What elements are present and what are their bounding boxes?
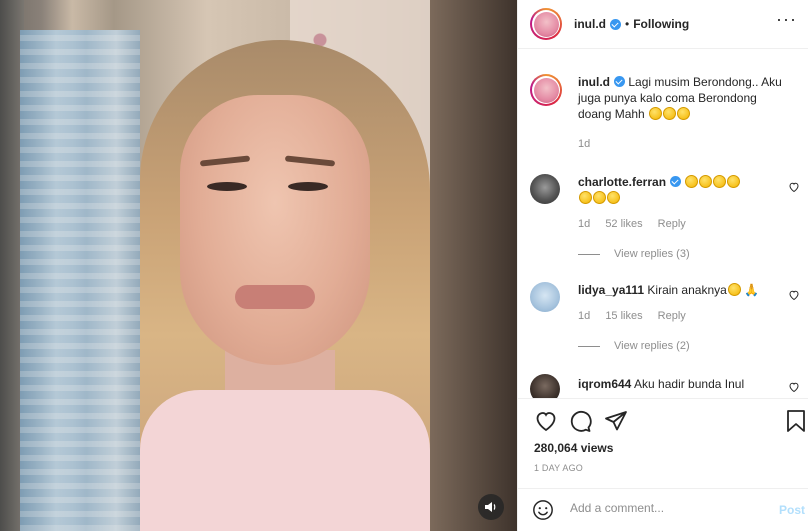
- rofl-emoji-icon: [727, 175, 741, 188]
- post-video[interactable]: [0, 0, 517, 531]
- view-replies-label: View replies (2): [614, 340, 690, 352]
- comment-text-block: iqrom644 Aku hadir bunda Inul: [578, 376, 778, 392]
- folded-hands-emoji-icon: 🙏: [744, 283, 760, 297]
- rofl-emoji-icon: [607, 191, 620, 204]
- comment-likes[interactable]: 52 likes: [605, 218, 642, 230]
- view-replies-label: View replies (3): [614, 248, 690, 260]
- post-header: inul.d • Following ···: [518, 0, 808, 49]
- speaker-icon: [485, 502, 496, 512]
- profile-picture: [533, 77, 559, 103]
- rofl-emoji-icon: [685, 175, 699, 188]
- comment-input[interactable]: [570, 501, 760, 515]
- comment-username[interactable]: charlotte.ferran: [578, 175, 666, 189]
- post-comment-button[interactable]: Post: [779, 503, 805, 517]
- reply-button[interactable]: Reply: [658, 218, 686, 230]
- person-eye: [288, 182, 328, 191]
- person-shirt: [140, 390, 430, 531]
- rofl-emoji-icon: [699, 175, 713, 188]
- person-eye: [207, 182, 247, 191]
- like-comment-heart-icon[interactable]: [788, 381, 800, 393]
- verified-badge-icon: [614, 76, 625, 87]
- comment-meta: 1d 52 likes Reply: [578, 218, 698, 230]
- like-heart-icon[interactable]: [534, 409, 558, 433]
- comment-text: Kirain anaknya: [647, 283, 727, 297]
- more-options-icon[interactable]: ···: [776, 10, 797, 28]
- caption-username[interactable]: inul.d: [578, 75, 610, 89]
- caption-avatar[interactable]: [530, 74, 562, 106]
- caption-text-block: inul.d Lagi musim Berondong.. Aku juga p…: [578, 74, 793, 122]
- comment-text: Aku hadir bunda Inul: [634, 377, 745, 391]
- comment-time[interactable]: 1d: [578, 218, 590, 230]
- comment-text-block: lidya_ya111 Kirain anaknya 🙏: [578, 282, 778, 298]
- comment-time[interactable]: 1d: [578, 310, 590, 322]
- post-panel: inul.d • Following ··· inul.d Lagi musim…: [517, 0, 808, 531]
- commenter-avatar[interactable]: [530, 174, 560, 204]
- grin-emoji-icon: [727, 283, 741, 296]
- view-count[interactable]: 280,064 views: [534, 441, 613, 455]
- mute-button[interactable]: [478, 494, 504, 520]
- post-username[interactable]: inul.d: [574, 17, 606, 31]
- door: [430, 0, 517, 531]
- comment-username[interactable]: lidya_ya111: [578, 283, 644, 297]
- view-replies-button[interactable]: View replies (3): [578, 248, 690, 260]
- rofl-emoji-icon: [593, 191, 606, 204]
- action-bar: 280,064 views 1 DAY AGO: [518, 398, 808, 498]
- reply-button[interactable]: Reply: [658, 310, 686, 322]
- emoji-smile-icon[interactable]: [532, 499, 554, 521]
- curtain: [20, 30, 140, 531]
- caption-time[interactable]: 1d: [578, 138, 590, 150]
- avatar[interactable]: [530, 8, 562, 40]
- rofl-emoji-icon: [649, 107, 663, 120]
- following-button[interactable]: Following: [633, 17, 689, 31]
- separator-dot: •: [625, 17, 630, 31]
- verified-badge-icon: [610, 18, 621, 30]
- like-comment-heart-icon[interactable]: [788, 289, 800, 301]
- verified-badge-icon: [670, 176, 682, 187]
- add-comment-bar: Post: [518, 488, 808, 531]
- rofl-emoji-icon: [663, 107, 677, 120]
- comment-meta: 1d 15 likes Reply: [578, 310, 698, 322]
- comment-username[interactable]: iqrom644: [578, 377, 631, 391]
- post-timestamp[interactable]: 1 DAY AGO: [534, 463, 583, 473]
- comments-list: inul.d Lagi musim Berondong.. Aku juga p…: [518, 50, 808, 398]
- person-lips: [235, 285, 315, 309]
- commenter-avatar[interactable]: [530, 374, 560, 398]
- commenter-avatar[interactable]: [530, 282, 560, 312]
- comment-likes[interactable]: 15 likes: [605, 310, 642, 322]
- view-replies-button[interactable]: View replies (2): [578, 340, 690, 352]
- rofl-emoji-icon: [713, 175, 727, 188]
- save-bookmark-icon[interactable]: [786, 409, 806, 433]
- caption-meta: 1d: [578, 138, 602, 150]
- comment-text-block: charlotte.ferran: [578, 174, 778, 206]
- rofl-emoji-icon: [579, 191, 592, 204]
- reply-divider: [578, 345, 600, 347]
- like-comment-heart-icon[interactable]: [788, 181, 800, 193]
- person-face: [180, 95, 370, 365]
- rofl-emoji-icon: [677, 107, 691, 120]
- profile-picture: [533, 11, 559, 37]
- comment-bubble-icon[interactable]: [568, 409, 592, 433]
- reply-divider: [578, 253, 600, 255]
- share-paper-plane-icon[interactable]: [604, 409, 628, 433]
